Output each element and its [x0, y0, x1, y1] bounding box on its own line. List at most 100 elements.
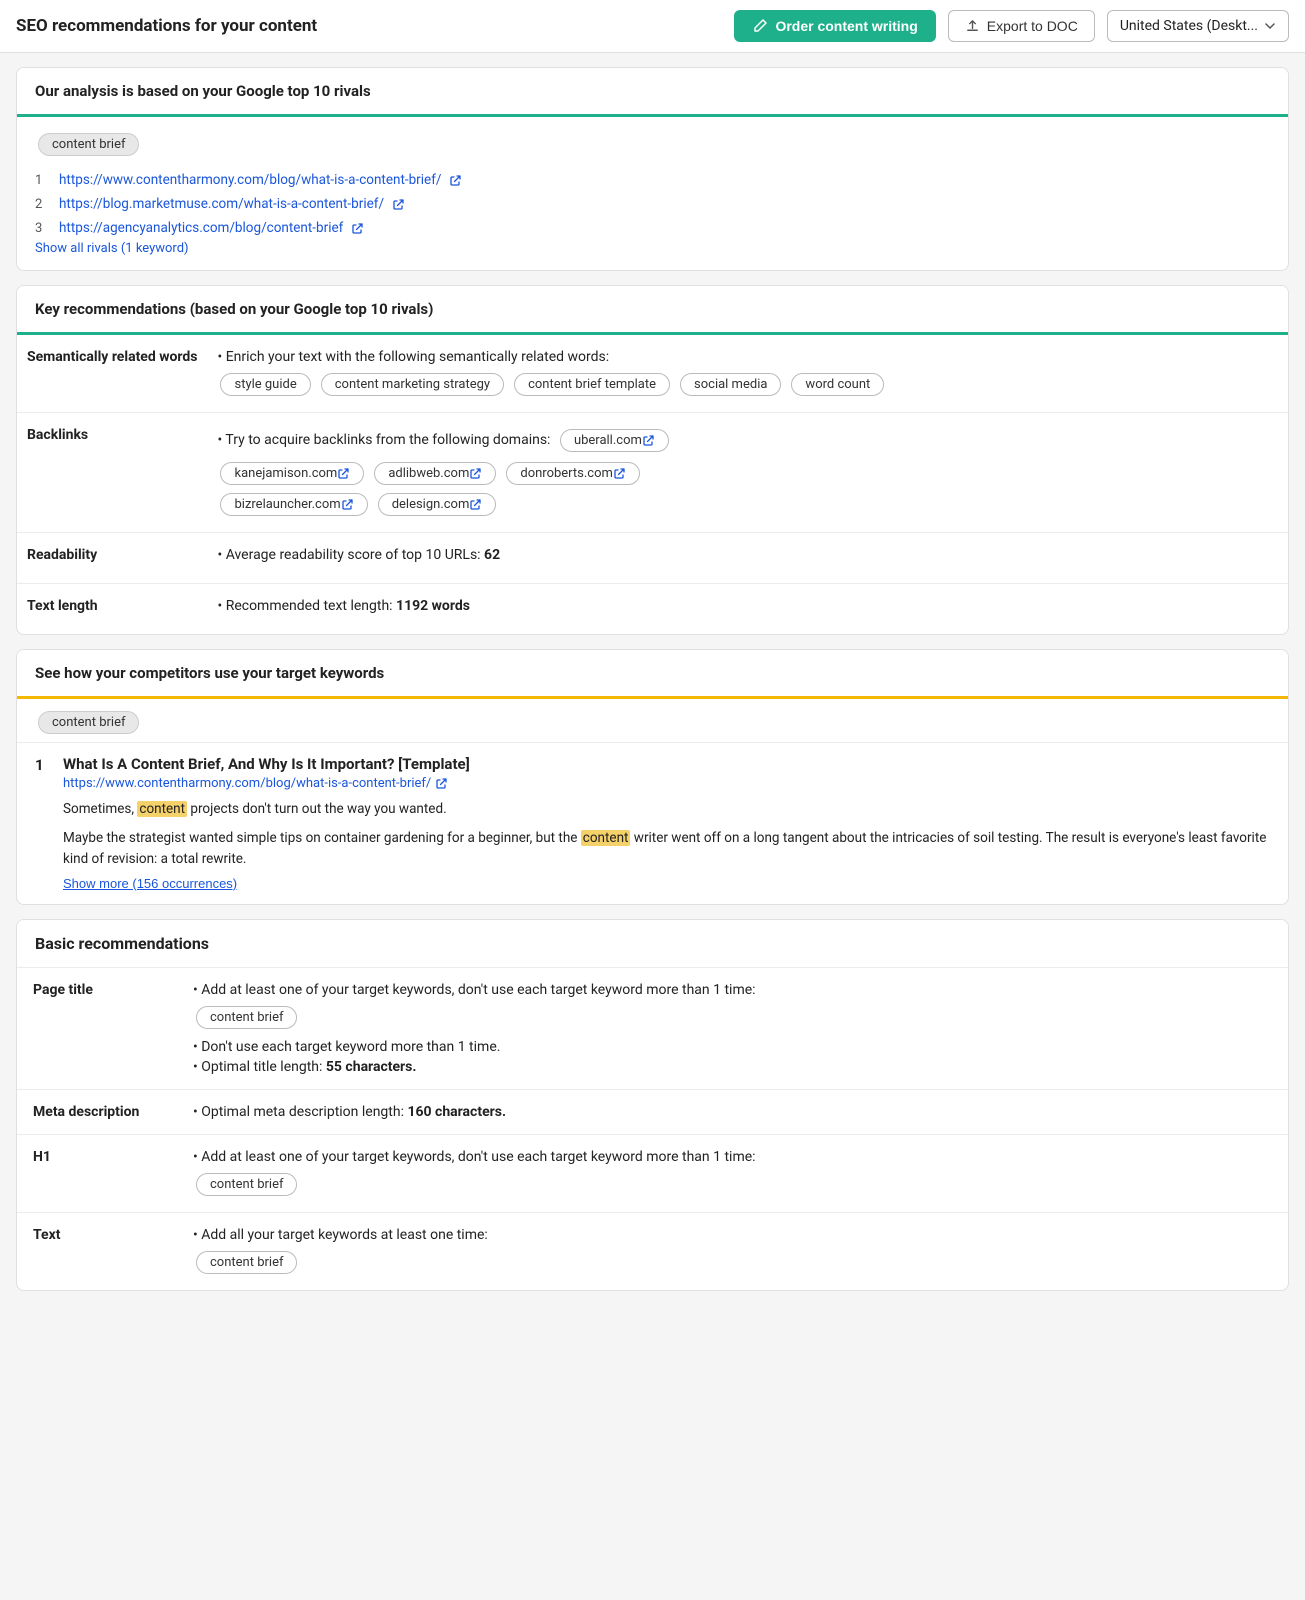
- h1-label: H1: [17, 1134, 177, 1212]
- rival-url-2[interactable]: https://blog.marketmuse.com/what-is-a-co…: [59, 196, 384, 212]
- meta-description-label: Meta description: [17, 1089, 177, 1134]
- optimal-meta-length: 160 characters.: [407, 1104, 506, 1120]
- readability-bullet: • Average readability score of top 10 UR…: [217, 547, 1278, 563]
- competitors-section: See how your competitors use your target…: [16, 649, 1289, 905]
- semantically-related-content: • Enrich your text with the following se…: [207, 335, 1288, 413]
- page-title-bullet-2: • Don't use each target keyword more tha…: [193, 1039, 1272, 1055]
- show-all-rivals-link[interactable]: Show all rivals (1 keyword): [35, 237, 189, 260]
- order-content-writing-button[interactable]: Order content writing: [734, 10, 935, 42]
- competitor-url: https://www.contentharmony.com/blog/what…: [63, 776, 1270, 791]
- competitor-item-1: 1 What Is A Content Brief, And Why Is It…: [17, 742, 1288, 904]
- h1-bullet: • Add at least one of your target keywor…: [193, 1149, 1272, 1165]
- tag-content-marketing-strategy: content marketing strategy: [321, 373, 504, 396]
- key-rec-table: Semantically related words • Enrich your…: [17, 335, 1288, 634]
- page-title-row: Page title • Add at least one of your ta…: [17, 967, 1288, 1089]
- tag-word-count: word count: [791, 373, 884, 396]
- competitor-excerpt-2: Maybe the strategist wanted simple tips …: [63, 828, 1270, 870]
- basic-rec-table: Page title • Add at least one of your ta…: [17, 967, 1288, 1290]
- tag-donroberts[interactable]: donroberts.com: [506, 462, 640, 485]
- readability-row: Readability • Average readability score …: [17, 533, 1288, 584]
- rival-url-3[interactable]: https://agencyanalytics.com/blog/content…: [59, 220, 343, 236]
- meta-description-content: • Optimal meta description length: 160 c…: [177, 1089, 1288, 1134]
- rival-url-item: 3 https://agencyanalytics.com/blog/conte…: [35, 216, 1270, 240]
- external-link-icon: [469, 467, 482, 480]
- country-dropdown[interactable]: United States (Deskt...: [1107, 10, 1289, 42]
- backlinks-row: Backlinks • Try to acquire backlinks fro…: [17, 413, 1288, 533]
- external-link-icon: [469, 498, 482, 511]
- competitor-excerpt-1: Sometimes, content projects don't turn o…: [63, 799, 1270, 820]
- competitor-url-link[interactable]: https://www.contentharmony.com/blog/what…: [63, 776, 431, 791]
- text-length-value: 1192 words: [396, 598, 470, 614]
- basic-recommendations-section: Basic recommendations Page title • Add a…: [16, 919, 1289, 1291]
- semantically-tags-row: style guide content marketing strategy c…: [217, 371, 1278, 398]
- page-title-bullet-3: • Optimal title length: 55 characters.: [193, 1059, 1272, 1075]
- external-link-icon: [642, 434, 655, 447]
- competitors-header: See how your competitors use your target…: [17, 650, 1288, 699]
- text-row: Text • Add all your target keywords at l…: [17, 1212, 1288, 1290]
- external-link-icon: [613, 467, 626, 480]
- text-label: Text: [17, 1212, 177, 1290]
- tag-kanejamison[interactable]: kanejamison.com: [220, 462, 364, 485]
- text-tag: content brief: [196, 1251, 297, 1274]
- readability-content: • Average readability score of top 10 UR…: [207, 533, 1288, 584]
- backlinks-content: • Try to acquire backlinks from the foll…: [207, 413, 1288, 533]
- optimal-title-length: 55 characters.: [326, 1059, 417, 1075]
- dropdown-label: United States (Deskt...: [1120, 18, 1258, 34]
- external-link-icon: [351, 222, 364, 235]
- h1-tag: content brief: [196, 1173, 297, 1196]
- rival-url-item: 2 https://blog.marketmuse.com/what-is-a-…: [35, 192, 1270, 216]
- show-more-button[interactable]: Show more (156 occurrences): [63, 876, 237, 891]
- chevron-down-icon: [1264, 20, 1276, 32]
- tag-delesign[interactable]: delesign.com: [378, 493, 497, 516]
- order-btn-label: Order content writing: [775, 18, 917, 34]
- competitor-num: 1: [35, 756, 53, 774]
- key-rec-header: Key recommendations (based on your Googl…: [17, 286, 1288, 335]
- basic-rec-header: Basic recommendations: [17, 920, 1288, 967]
- tag-content-brief-template: content brief template: [514, 373, 670, 396]
- semantically-related-label: Semantically related words: [17, 335, 207, 413]
- text-length-bullet: • Recommended text length: 1192 words: [217, 598, 1278, 614]
- external-link-icon: [392, 198, 405, 211]
- readability-value: 62: [484, 547, 500, 563]
- export-to-doc-button[interactable]: Export to DOC: [948, 10, 1095, 42]
- competitor-title: 1 What Is A Content Brief, And Why Is It…: [35, 755, 1270, 774]
- edit-icon: [752, 18, 768, 34]
- main-content: Our analysis is based on your Google top…: [0, 53, 1305, 1305]
- tag-uberall[interactable]: uberall.com: [560, 429, 669, 452]
- external-link-icon: [435, 777, 448, 790]
- competitor-keyword-tag: content brief: [38, 711, 139, 734]
- h1-row: H1 • Add at least one of your target key…: [17, 1134, 1288, 1212]
- upload-icon: [965, 19, 980, 34]
- competitor-keyword-row: content brief: [17, 699, 1288, 742]
- page-title-label: Page title: [17, 967, 177, 1089]
- external-link-icon: [341, 498, 354, 511]
- page-title: SEO recommendations for your content: [16, 16, 722, 36]
- rival-url-item: 1 https://www.contentharmony.com/blog/wh…: [35, 168, 1270, 192]
- rival-url-1[interactable]: https://www.contentharmony.com/blog/what…: [59, 172, 441, 188]
- readability-label: Readability: [17, 533, 207, 584]
- external-link-icon: [449, 174, 462, 187]
- tag-style-guide: style guide: [220, 373, 310, 396]
- page-header: SEO recommendations for your content Ord…: [0, 0, 1305, 53]
- analysis-header: Our analysis is based on your Google top…: [17, 68, 1288, 117]
- tag-social-media: social media: [680, 373, 781, 396]
- meta-description-row: Meta description • Optimal meta descript…: [17, 1089, 1288, 1134]
- page-title-bullet-1: • Add at least one of your target keywor…: [193, 982, 1272, 998]
- analysis-section: Our analysis is based on your Google top…: [16, 67, 1289, 271]
- text-length-content: • Recommended text length: 1192 words: [207, 584, 1288, 635]
- rival-url-list: 1 https://www.contentharmony.com/blog/wh…: [35, 168, 1270, 240]
- text-content: • Add all your target keywords at least …: [177, 1212, 1288, 1290]
- tag-bizrelauncher[interactable]: bizrelauncher.com: [220, 493, 367, 516]
- h1-content: • Add at least one of your target keywor…: [177, 1134, 1288, 1212]
- backlinks-tags-row: kanejamison.com adlibweb.com donroberts.…: [217, 460, 1278, 487]
- analysis-keyword-tag: content brief: [38, 133, 139, 156]
- text-length-row: Text length • Recommended text length: 1…: [17, 584, 1288, 635]
- key-recommendations-section: Key recommendations (based on your Googl…: [16, 285, 1289, 635]
- backlinks-bullet: • Try to acquire backlinks from the foll…: [217, 427, 1278, 454]
- tag-adlibweb[interactable]: adlibweb.com: [374, 462, 496, 485]
- page-title-content: • Add at least one of your target keywor…: [177, 967, 1288, 1089]
- external-link-icon: [337, 467, 350, 480]
- backlinks-label: Backlinks: [17, 413, 207, 533]
- semantically-bullet: • Enrich your text with the following se…: [217, 349, 1278, 365]
- meta-desc-bullet: • Optimal meta description length: 160 c…: [193, 1104, 1272, 1120]
